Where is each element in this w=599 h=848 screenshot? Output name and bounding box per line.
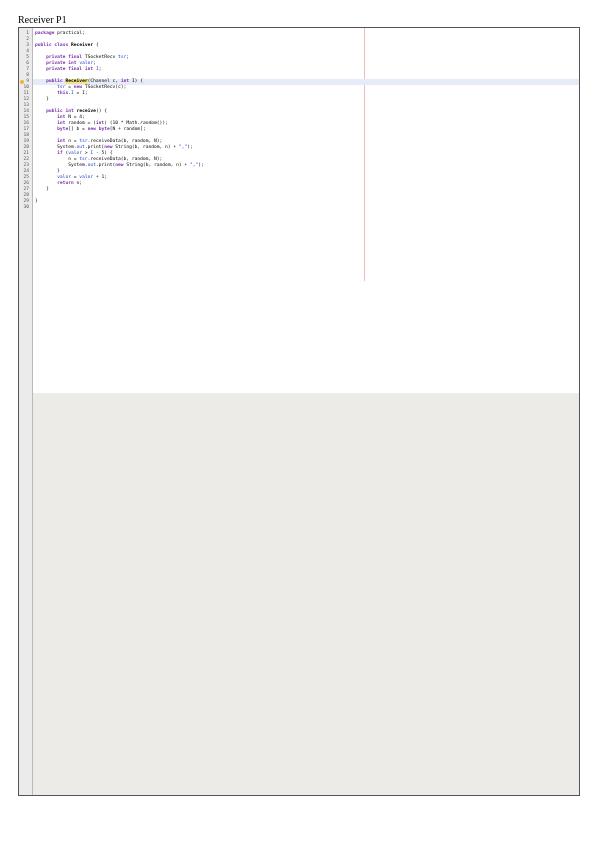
code-token: } (35, 169, 60, 174)
code-token: new (115, 163, 124, 168)
code-token: out (76, 145, 85, 150)
code-token: ); (187, 145, 193, 150)
code-token: ; (126, 55, 130, 60)
code-token: new (104, 145, 113, 150)
code-token: valor (57, 175, 71, 180)
code-token: System. (35, 145, 77, 150)
code-token: { (93, 43, 99, 48)
code-token: public (46, 109, 63, 114)
code-token: valor (68, 151, 83, 156)
code-token: int (120, 79, 130, 84)
code-token: return (57, 181, 74, 186)
code-token: class (54, 43, 69, 48)
code-token: private (46, 67, 66, 72)
code-token: public (46, 79, 63, 84)
code-token: .print( (95, 163, 116, 168)
code-token: TSocketRecv(c); (82, 85, 127, 90)
code-token: } (35, 97, 49, 102)
code-token: .receiveData(b, random, N); (87, 139, 163, 144)
code-token: public (35, 43, 52, 48)
code-token: = (65, 85, 74, 90)
code-token: new (73, 85, 83, 90)
code-token: Receiver (65, 79, 88, 84)
code-token: int (95, 121, 105, 126)
code-token: n = (65, 139, 80, 144)
code-token: valor (79, 61, 94, 66)
lightbulb-marker-icon[interactable] (20, 80, 24, 84)
code-token: practical; (54, 31, 85, 36)
code-token: I) { (129, 79, 143, 84)
code-token: (Channel c, (87, 79, 121, 84)
code-token: int (68, 61, 77, 66)
code-token: random (140, 121, 157, 126)
code-token: final (68, 55, 83, 60)
code-token: System. (35, 163, 88, 168)
code-token: [N + random]; (109, 127, 146, 132)
code-token: = I; (73, 91, 88, 96)
code-token: - 5) { (93, 151, 113, 156)
code-token: tsr (79, 139, 88, 144)
editor-frame: 1 package practical; 2 3 public class Receiv… (18, 27, 580, 796)
code-token: () { (95, 109, 108, 114)
code-token: ); (198, 163, 204, 168)
document-title: Receiver P1 (18, 15, 67, 26)
code-token: package (35, 31, 55, 36)
code-token: valor (79, 175, 94, 180)
code-token: Receiver (71, 43, 94, 48)
code-token: byte (57, 127, 69, 132)
code-token: .print( (84, 145, 105, 150)
code-token: this (57, 91, 69, 96)
code-token: n = (35, 157, 80, 162)
code-token: .receiveData(b, random, N); (87, 157, 163, 162)
code-token: byte (98, 127, 110, 132)
code-token: int (84, 67, 94, 72)
code-token: private (46, 55, 66, 60)
code-token: tsr (79, 157, 88, 162)
code-token: private (46, 61, 66, 66)
code-token: TSocketRecv (82, 55, 119, 60)
code-token: n; (73, 181, 83, 186)
code-token: ; (93, 61, 96, 66)
code-token: + 1; (93, 175, 107, 180)
code-token: String(b, random, n) + (123, 163, 190, 168)
code-token: final (68, 67, 83, 72)
code-token: [] b = (68, 127, 88, 132)
code-token: String(b, random, n) + (112, 145, 179, 150)
code-token: ()); (156, 121, 168, 126)
code-token: random = ( (65, 121, 96, 126)
code-line[interactable]: 30 (23, 205, 579, 211)
code-token: } (35, 187, 49, 192)
code-token: N = 4; (65, 115, 85, 120)
code-token: } (35, 199, 38, 204)
line-number: 30 (23, 205, 29, 210)
code-token: ; (98, 67, 102, 72)
code-token: new (87, 127, 96, 132)
code-token: ) (10 * Math. (104, 121, 141, 126)
code-token: "," (178, 145, 188, 150)
code-token: int (65, 109, 74, 114)
code-editor[interactable]: 1 package practical; 2 3 public class Receiv… (20, 28, 579, 393)
code-token: receive (76, 109, 96, 114)
code-token: out (87, 163, 96, 168)
